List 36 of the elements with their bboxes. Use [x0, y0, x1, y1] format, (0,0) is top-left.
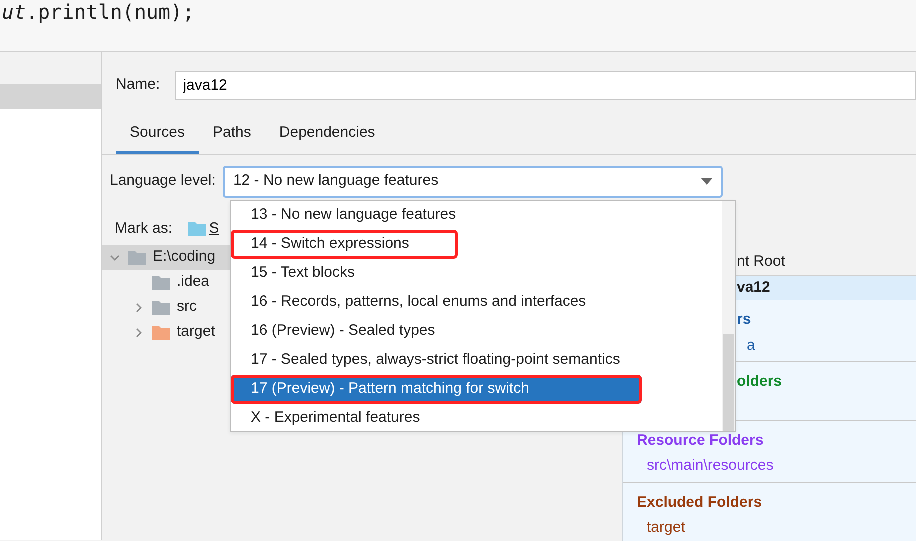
dropdown-option[interactable]: 16 - Records, patterns, local enums and interfaces [231, 288, 722, 317]
dropdown-option[interactable]: 15 - Text blocks [231, 259, 722, 288]
language-level-select[interactable]: 12 - No new language features [223, 166, 724, 198]
tree-item[interactable]: E:\coding [153, 246, 216, 269]
name-field[interactable]: java12 [175, 71, 916, 100]
scrollbar[interactable] [722, 201, 735, 431]
section-title: Resource Folders [637, 430, 764, 450]
caret-icon [701, 178, 714, 185]
folder-path: target [647, 518, 686, 538]
section-title: Excluded Folders [637, 492, 762, 512]
section-title: rs [737, 310, 752, 330]
field-label: Mark as: [115, 218, 173, 238]
dropdown-option[interactable]: 14 - Switch expressions [231, 230, 458, 259]
section-title: olders [737, 372, 782, 392]
folder-path: src\main\resources [647, 456, 774, 476]
tree-item[interactable]: target [177, 321, 216, 344]
dropdown-option[interactable]: X - Experimental features [231, 404, 722, 433]
dropdown-option[interactable]: 13 - No new language features [231, 201, 722, 230]
mark-button[interactable]: S [209, 218, 220, 240]
tab[interactable]: Dependencies [265, 118, 390, 154]
field-label: Language level: [110, 171, 216, 192]
field-label: Name: [116, 75, 160, 96]
dropdown-option[interactable]: 16 (Preview) - Sealed types [231, 317, 722, 346]
chevron-right-icon[interactable] [134, 328, 144, 338]
chevron-right-icon[interactable] [134, 302, 144, 312]
dropdown-option[interactable]: 17 - Sealed types, always-strict floating-point semantics [231, 346, 722, 375]
folder-path: a [747, 336, 756, 356]
tab[interactable]: Paths [199, 118, 266, 154]
dropdown-option[interactable]: 17 (Preview) - Pattern matching for switch [231, 375, 642, 404]
tab[interactable]: Sources [116, 118, 200, 154]
panel-header: nt Root [737, 252, 786, 272]
content-root-name: va12 [737, 278, 770, 298]
tree-item[interactable]: .idea [177, 271, 210, 294]
folder-icon [188, 222, 206, 236]
tree-item[interactable]: src [177, 296, 197, 319]
chevron-down-icon[interactable] [110, 252, 120, 262]
